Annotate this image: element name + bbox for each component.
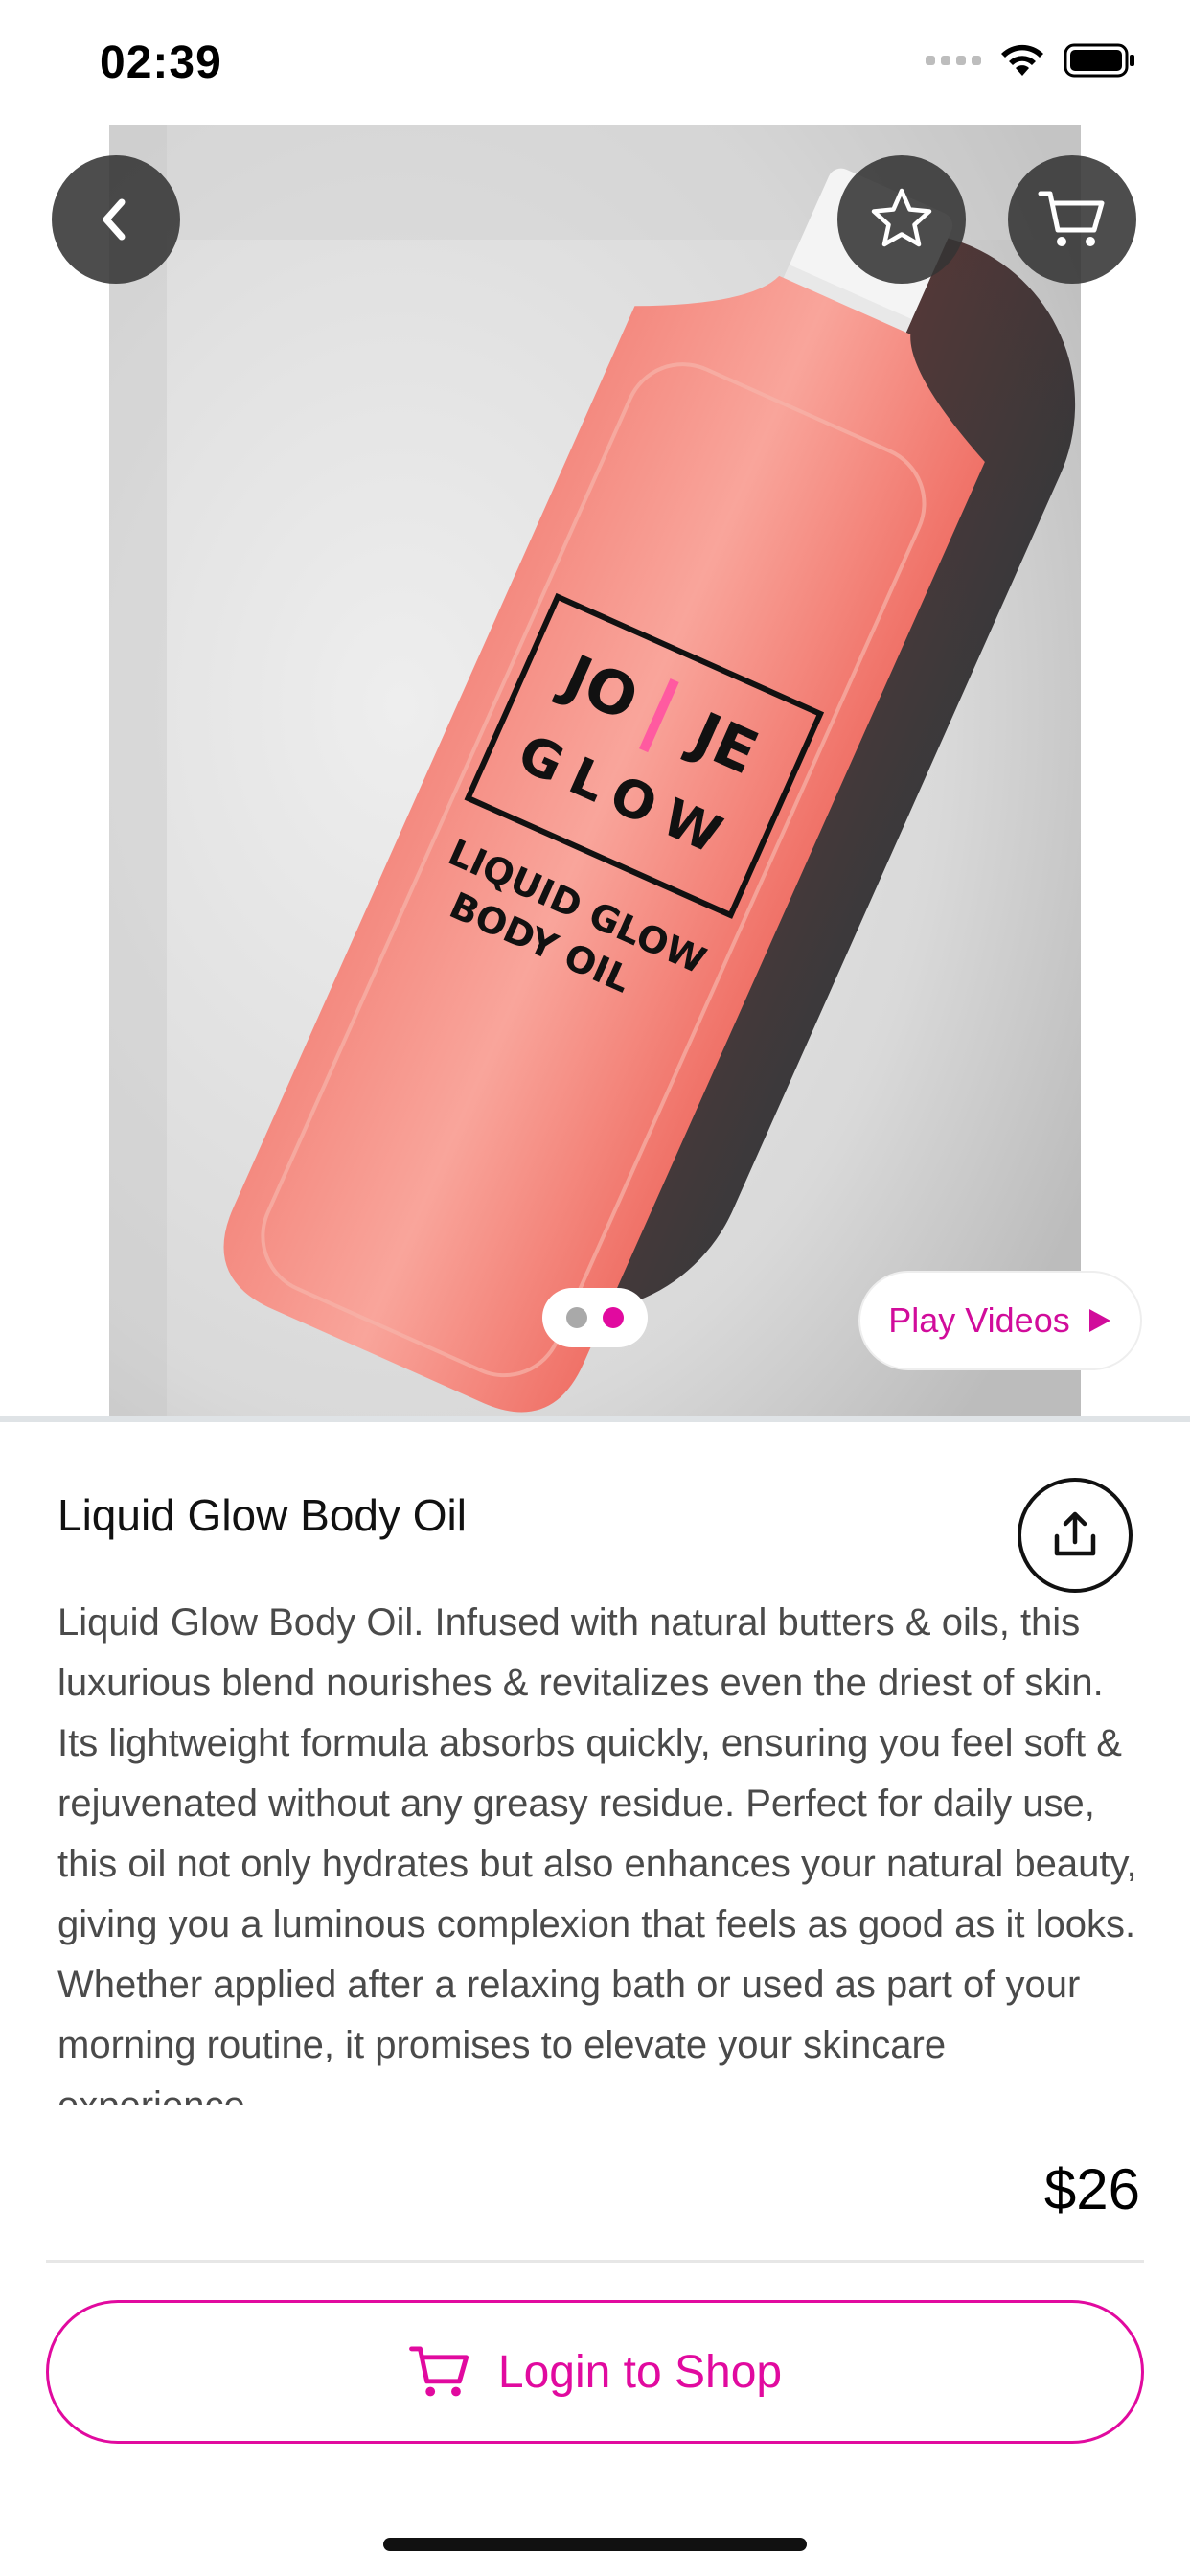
image-pager[interactable]	[542, 1288, 648, 1347]
share-icon	[1054, 1511, 1096, 1556]
cart-icon	[408, 2346, 469, 2397]
play-videos-label: Play Videos	[888, 1300, 1070, 1340]
login-to-shop-button[interactable]: Login to Shop	[46, 2300, 1144, 2444]
wifi-icon	[998, 43, 1046, 78]
product-details[interactable]: Liquid Glow Body Oil Liquid Glow Body Oi…	[0, 1422, 1190, 2108]
signal-icon	[926, 56, 981, 65]
login-to-shop-label: Login to Shop	[497, 2346, 783, 2398]
status-bar: 02:39	[0, 0, 1190, 125]
status-icons	[926, 42, 1136, 79]
product-description: Liquid Glow Body Oil. Infused with natur…	[57, 1601, 1137, 2108]
product-media[interactable]: JO JE GLOW LIQUID GLOW BODY OIL Play Vid…	[0, 125, 1190, 1416]
product-photo[interactable]: JO JE GLOW LIQUID GLOW BODY OIL	[109, 125, 1081, 1416]
pager-dot-1[interactable]	[566, 1307, 587, 1328]
star-icon	[871, 188, 932, 247]
status-time: 02:39	[100, 37, 222, 88]
play-icon	[1088, 1309, 1110, 1332]
home-indicator[interactable]	[383, 2538, 807, 2551]
price-divider	[46, 2260, 1144, 2263]
pager-dot-2-active[interactable]	[603, 1307, 624, 1328]
product-price: $26	[1043, 2157, 1140, 2221]
favorite-button[interactable]	[837, 155, 966, 284]
cart-button[interactable]	[1008, 155, 1136, 284]
battery-icon	[1064, 42, 1136, 79]
cart-icon	[1038, 191, 1105, 246]
product-title: Liquid Glow Body Oil	[57, 1490, 467, 1540]
share-button[interactable]	[1018, 1478, 1133, 1593]
purchase-panel: $26 Login to Shop	[0, 2104, 1190, 2576]
play-videos-button[interactable]: Play Videos	[858, 1271, 1142, 1370]
chevron-left-icon	[103, 198, 126, 241]
back-button[interactable]	[52, 155, 180, 284]
